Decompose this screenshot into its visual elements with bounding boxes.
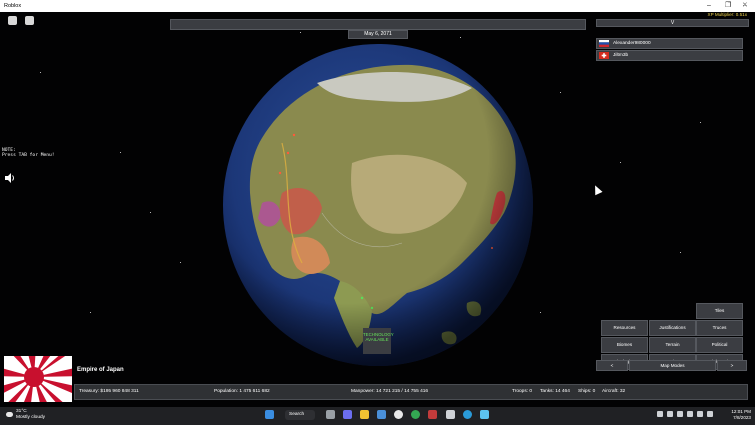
- map-mode-next-button[interactable]: >: [717, 360, 747, 371]
- window-title: Roblox: [4, 3, 22, 9]
- tiles-button[interactable]: Tiles: [696, 303, 743, 319]
- world-globe[interactable]: [222, 43, 534, 368]
- window-titlebar: Roblox – ❐ ✕: [0, 0, 755, 12]
- speaker-icon[interactable]: [4, 173, 16, 183]
- technology-available-popup[interactable]: TECHNOLOGY AVAILABLE: [363, 328, 394, 354]
- wifi-icon[interactable]: [687, 411, 693, 417]
- xp-multiplier: XP Multiplier: 0.51x: [707, 12, 748, 17]
- task-view-icon[interactable]: [326, 410, 335, 419]
- taskbar-search[interactable]: Search: [285, 410, 315, 420]
- terrain-button[interactable]: Terrain: [649, 337, 696, 353]
- teams-chat-icon[interactable]: [343, 410, 352, 419]
- app-icon[interactable]: [428, 410, 437, 419]
- roblox-app-icon[interactable]: [394, 410, 403, 419]
- clock-date: 7/8/2023: [733, 414, 751, 420]
- battery-icon[interactable]: [707, 411, 713, 417]
- player-list-toggle[interactable]: V: [596, 19, 749, 27]
- resources-button[interactable]: Resources: [601, 320, 648, 336]
- cloud-icon: [6, 412, 13, 417]
- sync-tray-icon[interactable]: [677, 411, 683, 417]
- switzerland-flag-icon: [599, 52, 609, 59]
- chat-icon[interactable]: [25, 16, 34, 25]
- top-status-bar: [170, 19, 586, 30]
- game-date: May 6, 2071: [348, 30, 408, 39]
- map-modes-label: Map Modes: [629, 360, 716, 371]
- app-tray-icon[interactable]: [667, 411, 673, 417]
- player-row[interactable]: Jiltm3b: [596, 50, 743, 61]
- player-name: Jiltm3b: [613, 53, 629, 58]
- server-id: Server ID: 33a27a: [709, 1, 747, 6]
- treasury-stat: Treasury: $195 960 848 311: [79, 389, 139, 394]
- clock-time: 12:01 PM: [731, 409, 751, 414]
- note-text: Press TAB for Menu!: [2, 153, 55, 158]
- windows-start-icon[interactable]: [265, 410, 274, 419]
- justifications-button[interactable]: Justifications: [649, 320, 696, 336]
- store-icon[interactable]: [377, 410, 386, 419]
- biomes-button[interactable]: Biomes: [601, 337, 648, 353]
- japan-rising-sun-flag-icon: [4, 356, 72, 402]
- troops-stat: Troops: 0: [512, 389, 533, 394]
- server-info: Server ID: 33a27a 1200877 KP XP Multipli…: [708, 1, 748, 18]
- political-button[interactable]: Political: [696, 337, 743, 353]
- roblox-studio-icon[interactable]: [446, 410, 455, 419]
- manpower-stat: Manpower: 14 721 215 / 14 755 416: [351, 389, 429, 394]
- notepad-icon[interactable]: [480, 410, 489, 419]
- country-stats-bar: Treasury: $195 960 848 311 Population: 1…: [74, 384, 748, 400]
- tanks-stat: Tanks: 14 464: [540, 389, 570, 394]
- player-name: Alexander980000: [613, 41, 651, 46]
- map-mode-prev-button[interactable]: <: [596, 360, 628, 371]
- player-row[interactable]: Alexander980000: [596, 38, 743, 49]
- truces-button[interactable]: Truces: [696, 320, 743, 336]
- menu-note: NOTE: Press TAB for Menu!: [2, 148, 55, 158]
- aircraft-stat: Aircraft: 32: [602, 389, 626, 394]
- population-stat: Population: 1 475 611 682: [214, 389, 270, 394]
- volume-icon[interactable]: [697, 411, 703, 417]
- system-clock[interactable]: 12:01 PM 7/8/2023: [731, 409, 751, 420]
- ships-stat: Ships: 0: [578, 389, 596, 394]
- country-name: Empire of Japan: [77, 367, 124, 373]
- chevron-up-icon[interactable]: [657, 411, 663, 417]
- tech-line-2: AVAILABLE: [365, 337, 389, 342]
- file-explorer-icon[interactable]: [360, 410, 369, 419]
- edge-icon[interactable]: [463, 410, 472, 419]
- chrome-icon[interactable]: [411, 410, 420, 419]
- search-label: Search: [289, 412, 305, 417]
- roblox-menu-icon[interactable]: [8, 16, 17, 25]
- russia-flag-icon: [599, 40, 609, 47]
